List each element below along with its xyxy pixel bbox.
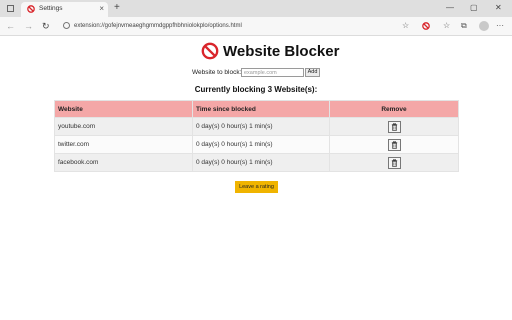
time-cell: 0 day(s) 0 hour(s) 1 min(s) — [192, 117, 330, 136]
forward-icon[interactable]: → — [24, 19, 33, 33]
table-row: twitter.com 0 day(s) 0 hour(s) 1 min(s) — [54, 135, 459, 154]
profile-avatar[interactable] — [479, 21, 489, 31]
trash-icon[interactable] — [387, 120, 401, 133]
browser-toolbar: ← → ↻ extension://gofejnvmeaeghgmmdgppfh… — [0, 17, 512, 36]
collections-icon[interactable]: ⧉ — [461, 19, 467, 33]
extension-blocker-icon[interactable] — [422, 22, 430, 30]
trash-icon[interactable] — [387, 138, 401, 151]
table-row: youtube.com 0 day(s) 0 hour(s) 1 min(s) — [54, 117, 459, 136]
time-cell: 0 day(s) 0 hour(s) 1 min(s) — [192, 135, 330, 154]
page-header: Website Blocker — [0, 40, 512, 64]
maximize-button[interactable]: ▢ — [470, 1, 478, 15]
remove-cell — [329, 135, 459, 154]
remove-cell — [329, 117, 459, 136]
page-title: Website Blocker — [223, 43, 340, 60]
tab-close-icon[interactable]: × — [99, 3, 104, 15]
close-window-button[interactable]: ✕ — [495, 1, 502, 15]
back-icon[interactable]: ← — [6, 19, 15, 33]
browser-tab[interactable]: Settings × — [21, 2, 108, 17]
block-favicon-icon — [27, 5, 35, 13]
add-button[interactable]: Add — [305, 68, 320, 77]
minimize-button[interactable]: — — [446, 1, 454, 15]
favorite-star-icon[interactable]: ☆ — [402, 19, 409, 33]
address-bar[interactable]: extension://gofejnvmeaeghgmmdgppfhbhniol… — [74, 20, 242, 32]
blocked-sites-table: Website Time since blocked Remove youtub… — [54, 100, 459, 172]
new-tab-button[interactable]: + — [114, 1, 120, 15]
browser-tabstrip: Settings × + — ▢ ✕ — [0, 0, 512, 17]
website-input[interactable] — [241, 68, 304, 77]
add-website-label: Website to block: — [192, 69, 242, 76]
tab-actions-icon[interactable] — [7, 5, 14, 12]
site-info-icon[interactable] — [63, 22, 70, 29]
column-header-website: Website — [54, 100, 193, 118]
block-logo-icon — [201, 42, 219, 60]
blocking-count-text: Currently blocking 3 Website(s): — [194, 85, 318, 94]
trash-icon[interactable] — [387, 156, 401, 169]
website-cell: twitter.com — [54, 135, 193, 154]
more-menu-icon[interactable]: ··· — [496, 19, 504, 33]
tab-title: Settings — [39, 5, 63, 12]
remove-cell — [329, 153, 459, 172]
leave-rating-button[interactable]: Leave a rating — [235, 181, 278, 193]
refresh-icon[interactable]: ↻ — [42, 19, 50, 33]
column-header-time: Time since blocked — [192, 100, 330, 118]
website-cell: facebook.com — [54, 153, 193, 172]
favorites-icon[interactable]: ☆ — [443, 19, 450, 33]
add-website-form: Website to block: Add — [0, 68, 512, 78]
column-header-remove: Remove — [329, 100, 459, 118]
website-cell: youtube.com — [54, 117, 193, 136]
table-header-row: Website Time since blocked Remove — [54, 100, 459, 118]
table-row: facebook.com 0 day(s) 0 hour(s) 1 min(s) — [54, 153, 459, 172]
time-cell: 0 day(s) 0 hour(s) 1 min(s) — [192, 153, 330, 172]
